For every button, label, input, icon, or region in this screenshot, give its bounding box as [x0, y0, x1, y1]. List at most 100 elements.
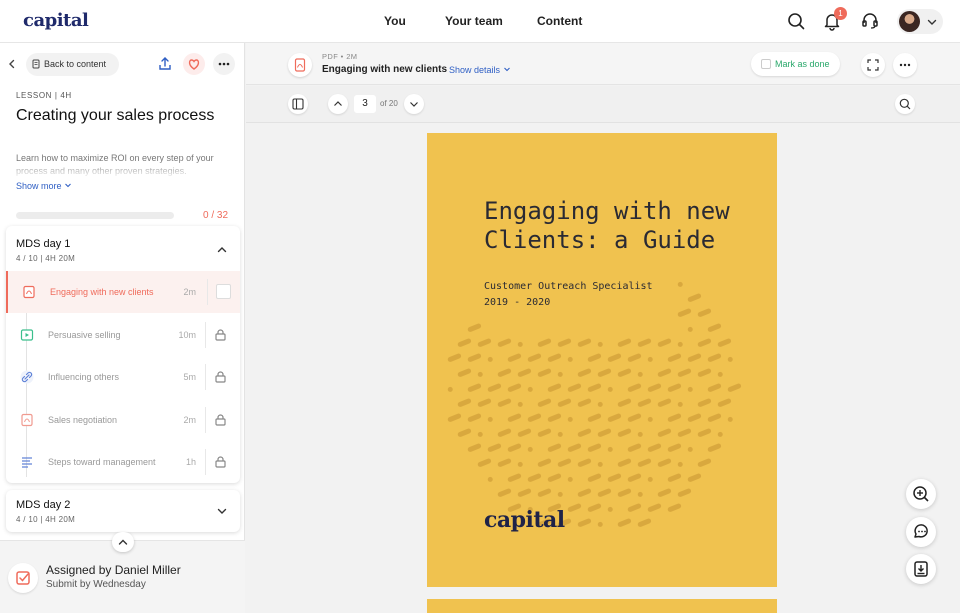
collapse-assignment-button[interactable]: [112, 532, 134, 552]
headset-icon[interactable]: [860, 11, 880, 31]
pattern-dash: [547, 473, 562, 482]
chevron-down-icon: [65, 183, 71, 188]
chevron-down-icon: [503, 67, 510, 72]
pattern-dash: [527, 446, 533, 452]
pattern-dash: [477, 431, 483, 437]
nav-content[interactable]: Content: [537, 14, 582, 28]
pattern-dash: [637, 491, 643, 497]
user-menu[interactable]: [897, 9, 943, 34]
pattern-dash: [637, 518, 652, 527]
pattern-dash: [687, 326, 693, 332]
chevron-down-icon[interactable]: [216, 505, 228, 517]
pattern-dash: [687, 386, 693, 392]
pattern-dash: [517, 488, 532, 497]
pattern-dash: [517, 401, 523, 407]
item-label: Influencing others: [48, 372, 120, 382]
nav-your-team[interactable]: Your team: [445, 14, 503, 28]
zoom-in-button[interactable]: [906, 479, 936, 509]
search-document-button[interactable]: [895, 94, 915, 114]
pattern-dash: [577, 428, 592, 437]
mark-as-done-button[interactable]: Mark as done: [751, 52, 840, 76]
top-navigation: capital You Your team Content 1: [0, 0, 960, 43]
section-title[interactable]: MDS day 1: [16, 238, 70, 250]
pattern-dash: [637, 431, 643, 437]
pattern-dash: [697, 428, 712, 437]
list-item[interactable]: Influencing others 5m: [6, 356, 240, 398]
section-meta: 4 / 10 | 4H 20M: [16, 254, 76, 263]
pattern-dash: [477, 398, 492, 407]
pattern-dash: [537, 428, 552, 437]
capital-logo[interactable]: capital: [23, 10, 89, 31]
fullscreen-button[interactable]: [861, 53, 885, 77]
content-meta: PDF • 2M: [322, 52, 358, 61]
more-options-button[interactable]: [213, 53, 235, 75]
previous-page-button[interactable]: [328, 94, 348, 114]
search-icon[interactable]: [786, 11, 806, 31]
pattern-dash: [557, 338, 572, 347]
item-duration: 1h: [185, 457, 196, 467]
list-item[interactable]: Engaging with new clients 2m: [6, 271, 240, 313]
link-icon: [20, 370, 34, 384]
page-number-input[interactable]: 3: [354, 95, 376, 113]
pattern-dash: [587, 443, 602, 452]
content-type-badge: [288, 53, 312, 77]
pattern-dash: [607, 506, 613, 512]
list-item[interactable]: Sales negotiation 2m: [6, 399, 240, 441]
pattern-dash: [547, 383, 562, 392]
download-button[interactable]: [906, 554, 936, 584]
viewer-more-button[interactable]: [893, 53, 917, 77]
pattern-dash: [617, 518, 632, 527]
section-card-mds-day-2[interactable]: MDS day 2 4 / 10 | 4H 20M: [6, 490, 240, 532]
pattern-dash: [557, 371, 563, 377]
show-details-link[interactable]: Show details: [449, 65, 511, 75]
pattern-dash: [597, 461, 603, 467]
item-duration: 5m: [183, 372, 196, 382]
pattern-dash: [567, 416, 573, 422]
pattern-dash: [657, 458, 672, 467]
nav-you[interactable]: You: [384, 14, 406, 28]
pattern-dash: [527, 353, 542, 362]
pattern-dash: [587, 503, 602, 512]
pattern-dash: [567, 443, 582, 452]
more-icon: [218, 62, 230, 66]
pattern-dash: [507, 413, 522, 422]
pattern-dash: [497, 368, 512, 377]
pattern-dash: [537, 488, 552, 497]
pattern-dash: [527, 386, 533, 392]
show-more-link[interactable]: Show more: [16, 181, 72, 191]
content-title: Engaging with new clients: [322, 64, 448, 75]
item-duration: 10m: [178, 330, 196, 340]
chevron-up-icon: [334, 101, 342, 106]
pattern-dash: [677, 281, 683, 287]
chevron-up-icon[interactable]: [216, 244, 228, 256]
chevron-left-icon[interactable]: [6, 58, 18, 70]
pattern-dash: [587, 383, 602, 392]
toggle-sidebar-button[interactable]: [288, 94, 308, 114]
assignment-due: Submit by Wednesday: [46, 579, 146, 590]
pattern-dash: [547, 413, 562, 422]
pattern-dash: [717, 398, 732, 407]
list-item[interactable]: Persuasive selling 10m: [6, 314, 240, 356]
pdf-icon: [294, 58, 306, 72]
item-duration: 2m: [183, 415, 196, 425]
share-button[interactable]: [154, 53, 176, 75]
pattern-dash: [557, 398, 572, 407]
item-label: Engaging with new clients: [50, 287, 154, 297]
pattern-dash: [647, 476, 653, 482]
back-to-content-button[interactable]: Back to content: [26, 53, 119, 76]
pattern-dash: [557, 491, 563, 497]
pattern-dash: [657, 488, 672, 497]
comments-button[interactable]: [906, 517, 936, 547]
pattern-dash: [507, 383, 522, 392]
list-item[interactable]: Steps toward management 1h: [6, 441, 240, 483]
pattern-dash: [627, 353, 642, 362]
favorite-button[interactable]: [183, 53, 205, 75]
pattern-dash: [597, 428, 612, 437]
pattern-dash: [457, 338, 472, 347]
item-label: Persuasive selling: [48, 330, 121, 340]
completion-checkbox[interactable]: [216, 284, 231, 299]
pattern-dash: [707, 353, 722, 362]
pattern-dash: [487, 443, 502, 452]
next-page-button[interactable]: [404, 94, 424, 114]
content-icon: [32, 59, 40, 69]
